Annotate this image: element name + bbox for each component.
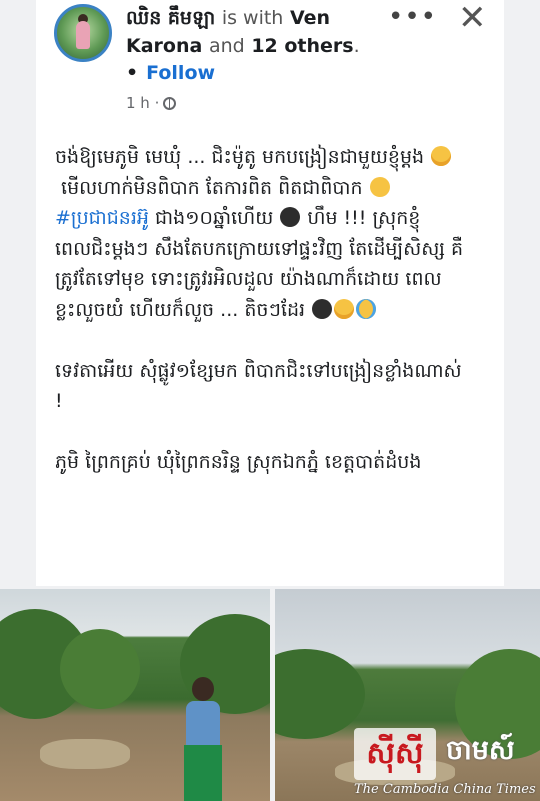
black-face-icon [280,207,301,227]
steam-face-icon [431,146,452,166]
period-text: . [353,35,360,57]
post-body: ចង់ឱ្យមេភូមិ មេឃុំ ... ជិះម៉ូតូ មកបង្រៀន… [55,142,475,478]
body-line2: មើលហាក់មិនពិបាក តែការពិត ពិតជាពិបាក [55,176,369,199]
time-text: 1 h [126,94,150,112]
author-avatar[interactable] [54,4,112,62]
person-head [192,677,214,701]
body-line1: ចង់ឱ្យមេភូមិ មេឃុំ ... ជិះម៉ូតូ មកបង្រៀន… [55,146,431,168]
close-icon[interactable]: ✕ [458,0,487,38]
post-header: ឈិន គឹមឡា is with Ven Karona and 12 othe… [126,4,376,60]
hashtag-link[interactable]: #ប្រជាជនរអ៊ូ [55,207,149,229]
author-name[interactable]: ឈិន គឹមឡា [126,7,215,29]
person-body [186,701,220,747]
and-text: and [208,35,245,57]
others-link[interactable]: 12 others [251,35,353,57]
puddle-shape [40,739,130,769]
bullet-dot: • [126,62,139,84]
watermark-label: ចាមស៍ [446,735,515,766]
tree-shape [60,629,140,709]
avatar-figure [76,21,90,49]
post-photo-left[interactable] [0,589,270,801]
more-icon[interactable]: ••• [388,2,437,32]
body-para3: ភូមិ ព្រៃកគ្រប់ ឃុំព្រៃកនរិន្ទ ស្រុកឯកភ្… [55,451,422,473]
body-para2: ទេវតាអើយ សុំផ្លូវ១ខ្សែមក ពិបាកជិះទៅបង្រៀ… [55,359,468,413]
globe-icon [163,97,177,110]
follow-label: Follow [146,62,216,84]
with-text: is with [221,7,284,29]
body-line3: ជាង១០ឆ្នាំហើយ [148,207,280,229]
tree-shape [180,614,270,714]
watermark-subtitle: The Cambodia China Times [354,782,536,797]
crying-face-icon [356,298,377,319]
tree-shape [275,649,365,739]
follow-button[interactable]: • Follow [126,62,215,84]
watermark-logo: សុីស៊ី [354,728,436,780]
person-skirt [184,745,222,801]
steam-face-icon [334,298,355,319]
post-time[interactable]: 1 h · [126,94,177,112]
frown-face-icon [369,176,390,197]
black-face-icon [312,298,333,319]
